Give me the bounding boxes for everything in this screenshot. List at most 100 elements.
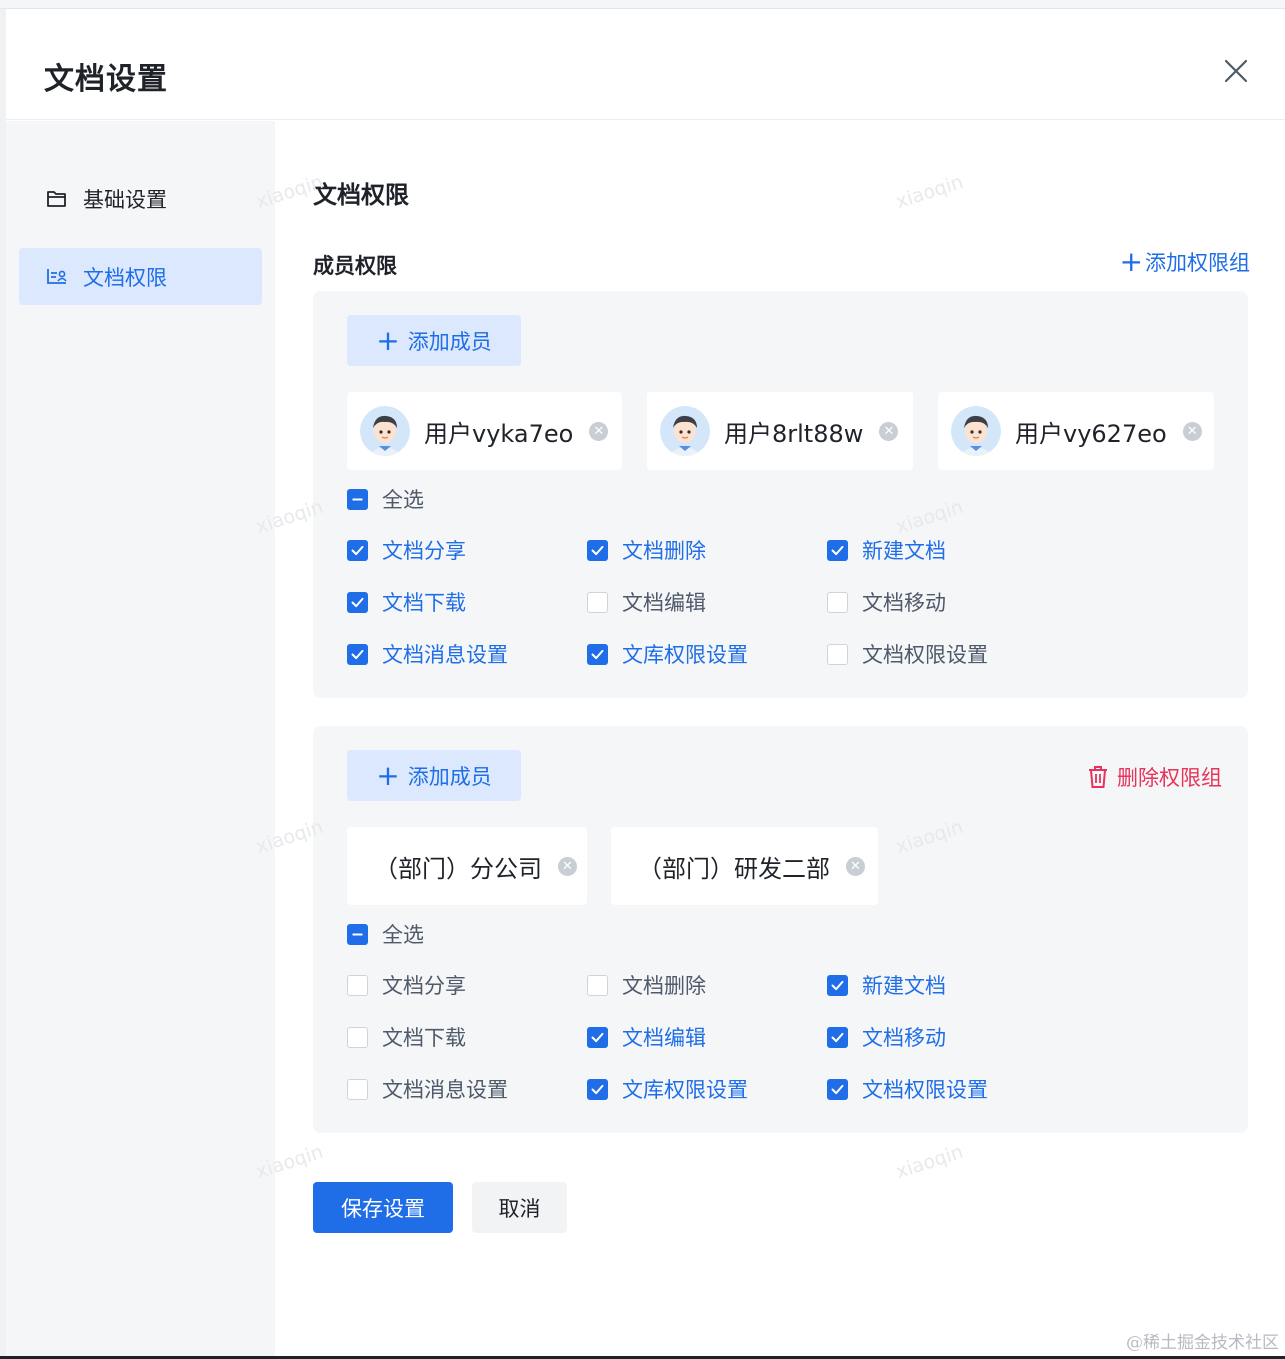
document-settings-dialog: 文档设置 基础设置 文档权限 文档权限 成员权限 + 添加权限组 + 添加成员 … bbox=[6, 10, 1285, 1356]
permission-label: 文档移动 bbox=[862, 1026, 946, 1050]
permission-checkbox[interactable]: 文档下载 bbox=[347, 1022, 466, 1052]
permission-checkbox[interactable]: 文档分享 bbox=[347, 970, 466, 1000]
permission-checkbox[interactable]: 新建文档 bbox=[827, 535, 946, 565]
plus-icon: + bbox=[1119, 245, 1143, 278]
department-chip: （部门）研发二部 ✕ bbox=[611, 827, 878, 905]
member-chip: 用户vy627eo ✕ bbox=[938, 392, 1214, 470]
permission-label: 文档下载 bbox=[382, 1026, 466, 1050]
permission-label: 文档编辑 bbox=[622, 591, 706, 615]
permission-label: 文档分享 bbox=[382, 539, 466, 563]
permission-checkbox[interactable]: 文档消息设置 bbox=[347, 1074, 508, 1104]
unchecked-checkbox-icon bbox=[587, 591, 608, 613]
save-settings-button[interactable]: 保存设置 bbox=[313, 1182, 453, 1233]
permission-group-2: + 添加成员 删除权限组 （部门）分公司 ✕ （部门）研发二部 ✕ 全选 文档分… bbox=[313, 726, 1248, 1133]
dialog-header: 文档设置 bbox=[6, 10, 1285, 120]
sidebar-item-basic-settings[interactable]: 基础设置 bbox=[19, 170, 262, 227]
folder-icon bbox=[45, 187, 69, 211]
delete-permission-group-label: 删除权限组 bbox=[1117, 766, 1222, 790]
checked-checkbox-icon bbox=[587, 539, 608, 561]
unchecked-checkbox-icon bbox=[347, 974, 368, 996]
permission-checkbox[interactable]: 文档删除 bbox=[587, 970, 706, 1000]
permission-checkbox[interactable]: 文档权限设置 bbox=[827, 639, 988, 669]
permission-label: 新建文档 bbox=[862, 539, 946, 563]
select-all-label: 全选 bbox=[382, 488, 424, 512]
cancel-button[interactable]: 取消 bbox=[472, 1182, 567, 1233]
permission-label: 文档下载 bbox=[382, 591, 466, 615]
permission-checkbox[interactable]: 文档下载 bbox=[347, 587, 466, 617]
checked-checkbox-icon bbox=[587, 1078, 608, 1100]
add-member-label: 添加成员 bbox=[407, 764, 492, 789]
member-name: 用户8rlt88w bbox=[724, 419, 864, 448]
user-avatar bbox=[360, 406, 410, 456]
remove-member-icon[interactable]: ✕ bbox=[589, 421, 609, 441]
remove-member-icon[interactable]: ✕ bbox=[558, 856, 577, 876]
permission-label: 文档消息设置 bbox=[382, 1078, 508, 1102]
sidebar-item-document-permissions[interactable]: 文档权限 bbox=[19, 248, 262, 305]
member-chip: 用户8rlt88w ✕ bbox=[647, 392, 913, 470]
member-name: 用户vyka7eo bbox=[424, 419, 574, 448]
permission-label: 文档分享 bbox=[382, 974, 466, 998]
remove-member-icon[interactable]: ✕ bbox=[879, 421, 899, 441]
sidebar-item-label: 文档权限 bbox=[83, 265, 167, 290]
unchecked-checkbox-icon bbox=[347, 1026, 368, 1048]
add-permission-group-label: 添加权限组 bbox=[1145, 251, 1250, 275]
permission-checkbox[interactable]: 文档消息设置 bbox=[347, 639, 508, 669]
department-chip: （部门）分公司 ✕ bbox=[347, 827, 587, 905]
permission-label: 文档编辑 bbox=[622, 1026, 706, 1050]
permission-label: 文库权限设置 bbox=[622, 1078, 748, 1102]
add-member-button[interactable]: + 添加成员 bbox=[347, 750, 521, 801]
permission-checkbox[interactable]: 文档移动 bbox=[827, 587, 946, 617]
permission-checkbox[interactable]: 文档编辑 bbox=[587, 1022, 706, 1052]
permission-checkbox[interactable]: 文档权限设置 bbox=[827, 1074, 988, 1104]
permission-checkbox[interactable]: 文档分享 bbox=[347, 535, 466, 565]
member-permissions-title: 成员权限 bbox=[313, 254, 397, 278]
permission-label: 文档移动 bbox=[862, 591, 946, 615]
unchecked-checkbox-icon bbox=[827, 643, 848, 665]
watermark: xiaoqin bbox=[893, 170, 966, 214]
remove-member-icon[interactable]: ✕ bbox=[1182, 421, 1202, 441]
department-name: （部门）研发二部 bbox=[638, 854, 830, 883]
window-top-rule bbox=[0, 0, 1285, 9]
select-all-checkbox[interactable]: 全选 bbox=[347, 919, 424, 949]
watermark: xiaoqin bbox=[893, 1140, 966, 1184]
permission-checkbox[interactable]: 文档删除 bbox=[587, 535, 706, 565]
user-avatar bbox=[660, 406, 710, 456]
add-member-button[interactable]: + 添加成员 bbox=[347, 315, 521, 366]
plus-icon: + bbox=[376, 323, 400, 357]
main-content: 文档权限 成员权限 + 添加权限组 + 添加成员 用户vyka7eo ✕ 用户8… bbox=[253, 121, 1285, 1356]
remove-member-icon[interactable]: ✕ bbox=[846, 856, 865, 876]
sidebar-item-label: 基础设置 bbox=[83, 187, 167, 212]
indeterminate-checkbox-icon bbox=[347, 488, 368, 510]
close-icon bbox=[1224, 59, 1248, 83]
add-permission-group-button[interactable]: + 添加权限组 bbox=[1120, 247, 1250, 277]
permission-icon bbox=[45, 265, 69, 289]
permission-checkbox[interactable]: 文档移动 bbox=[827, 1022, 946, 1052]
indeterminate-checkbox-icon bbox=[347, 923, 368, 945]
permission-group-1: + 添加成员 用户vyka7eo ✕ 用户8rlt88w ✕ 用户vy627eo… bbox=[313, 291, 1248, 698]
close-button[interactable] bbox=[1223, 58, 1249, 84]
unchecked-checkbox-icon bbox=[587, 974, 608, 996]
trash-icon bbox=[1089, 766, 1107, 788]
checked-checkbox-icon bbox=[587, 1026, 608, 1048]
checked-checkbox-icon bbox=[827, 1026, 848, 1048]
add-member-label: 添加成员 bbox=[407, 329, 492, 354]
unchecked-checkbox-icon bbox=[347, 1078, 368, 1100]
checked-checkbox-icon bbox=[827, 974, 848, 996]
permission-label: 文库权限设置 bbox=[622, 643, 748, 667]
permission-checkbox[interactable]: 文库权限设置 bbox=[587, 1074, 748, 1104]
member-name: 用户vy627eo bbox=[1015, 419, 1167, 448]
dialog-title: 文档设置 bbox=[44, 62, 168, 97]
permission-checkbox[interactable]: 文档编辑 bbox=[587, 587, 706, 617]
section-title: 文档权限 bbox=[313, 181, 409, 209]
select-all-checkbox[interactable]: 全选 bbox=[347, 484, 424, 514]
permission-checkbox[interactable]: 文库权限设置 bbox=[587, 639, 748, 669]
permission-label: 文档消息设置 bbox=[382, 643, 508, 667]
permission-label: 文档权限设置 bbox=[862, 1078, 988, 1102]
checked-checkbox-icon bbox=[587, 643, 608, 665]
permission-checkbox[interactable]: 新建文档 bbox=[827, 970, 946, 1000]
checked-checkbox-icon bbox=[347, 591, 368, 613]
permission-label: 文档权限设置 bbox=[862, 643, 988, 667]
user-avatar bbox=[951, 406, 1001, 456]
permission-label: 新建文档 bbox=[862, 974, 946, 998]
delete-permission-group-button[interactable]: 删除权限组 bbox=[1087, 762, 1222, 792]
